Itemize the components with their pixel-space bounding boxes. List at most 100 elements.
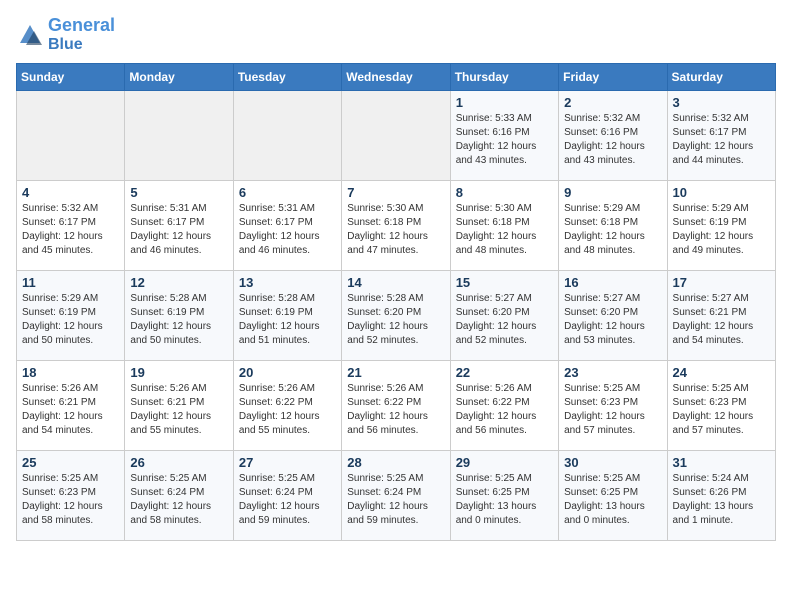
calendar-cell: 30 Sunrise: 5:25 AM Sunset: 6:25 PM Dayli… [559,451,667,541]
day-number: 23 [564,365,661,380]
weekday-header-row: SundayMondayTuesdayWednesdayThursdayFrid… [17,64,776,91]
calendar-cell: 29 Sunrise: 5:25 AM Sunset: 6:25 PM Dayli… [450,451,558,541]
day-info: Sunrise: 5:25 AM Sunset: 6:23 PM Dayligh… [564,382,661,438]
day-info: Sunrise: 5:25 AM Sunset: 6:24 PM Dayligh… [347,472,444,528]
day-info: Sunrise: 5:31 AM Sunset: 6:17 PM Dayligh… [239,202,336,258]
day-info: Sunrise: 5:24 AM Sunset: 6:26 PM Dayligh… [673,472,770,528]
calendar-cell: 5 Sunrise: 5:31 AM Sunset: 6:17 PM Daylig… [125,181,233,271]
calendar-cell: 4 Sunrise: 5:32 AM Sunset: 6:17 PM Daylig… [17,181,125,271]
calendar-cell: 14Sunrise: 5:28 AM Sunset: 6:20 PM Dayli… [342,271,450,361]
week-row-0: 1 Sunrise: 5:33 AM Sunset: 6:16 PM Daylig… [17,91,776,181]
calendar-header: SundayMondayTuesdayWednesdayThursdayFrid… [17,64,776,91]
day-info: Sunrise: 5:27 AM Sunset: 6:21 PM Dayligh… [673,292,770,348]
day-number: 31 [673,455,770,470]
weekday-thursday: Thursday [450,64,558,91]
calendar-cell: 22Sunrise: 5:26 AM Sunset: 6:22 PM Dayli… [450,361,558,451]
day-number: 27 [239,455,336,470]
day-info: Sunrise: 5:25 AM Sunset: 6:24 PM Dayligh… [239,472,336,528]
week-row-3: 18 Sunrise: 5:26 AM Sunset: 6:21 PM Dayli… [17,361,776,451]
logo: General Blue [16,16,115,53]
calendar-cell [125,91,233,181]
day-info: Sunrise: 5:26 AM Sunset: 6:22 PM Dayligh… [239,382,336,438]
week-row-2: 11 Sunrise: 5:29 AM Sunset: 6:19 PM Dayli… [17,271,776,361]
calendar-cell: 24 Sunrise: 5:25 AM Sunset: 6:23 PM Dayli… [667,361,775,451]
day-number: 25 [22,455,119,470]
day-info: Sunrise: 5:25 AM Sunset: 6:23 PM Dayligh… [673,382,770,438]
day-number: 11 [22,275,119,290]
calendar-cell: 26 Sunrise: 5:25 AM Sunset: 6:24 PM Dayli… [125,451,233,541]
day-info: Sunrise: 5:32 AM Sunset: 6:16 PM Dayligh… [564,112,661,168]
weekday-tuesday: Tuesday [233,64,341,91]
day-info: Sunrise: 5:29 AM Sunset: 6:18 PM Dayligh… [564,202,661,258]
day-number: 30 [564,455,661,470]
calendar-cell: 11 Sunrise: 5:29 AM Sunset: 6:19 PM Dayli… [17,271,125,361]
weekday-wednesday: Wednesday [342,64,450,91]
calendar-cell: 12Sunrise: 5:28 AM Sunset: 6:19 PM Dayli… [125,271,233,361]
day-number: 14 [347,275,444,290]
calendar-cell: 27 Sunrise: 5:25 AM Sunset: 6:24 PM Dayli… [233,451,341,541]
day-number: 7 [347,185,444,200]
day-number: 6 [239,185,336,200]
weekday-sunday: Sunday [17,64,125,91]
calendar-cell: 10Sunrise: 5:29 AM Sunset: 6:19 PM Dayli… [667,181,775,271]
calendar-cell [17,91,125,181]
day-number: 26 [130,455,227,470]
day-number: 4 [22,185,119,200]
day-info: Sunrise: 5:32 AM Sunset: 6:17 PM Dayligh… [22,202,119,258]
calendar-cell: 31 Sunrise: 5:24 AM Sunset: 6:26 PM Dayli… [667,451,775,541]
day-info: Sunrise: 5:32 AM Sunset: 6:17 PM Dayligh… [673,112,770,168]
calendar-table: SundayMondayTuesdayWednesdayThursdayFrid… [16,63,776,541]
day-number: 16 [564,275,661,290]
calendar-cell: 25 Sunrise: 5:25 AM Sunset: 6:23 PM Dayli… [17,451,125,541]
calendar-cell: 18 Sunrise: 5:26 AM Sunset: 6:21 PM Dayli… [17,361,125,451]
day-info: Sunrise: 5:27 AM Sunset: 6:20 PM Dayligh… [564,292,661,348]
calendar-cell: 15 Sunrise: 5:27 AM Sunset: 6:20 PM Dayli… [450,271,558,361]
calendar-cell: 23 Sunrise: 5:25 AM Sunset: 6:23 PM Dayli… [559,361,667,451]
day-info: Sunrise: 5:26 AM Sunset: 6:21 PM Dayligh… [22,382,119,438]
calendar-cell: 2Sunrise: 5:32 AM Sunset: 6:16 PM Daylig… [559,91,667,181]
calendar-cell [233,91,341,181]
day-number: 10 [673,185,770,200]
day-info: Sunrise: 5:25 AM Sunset: 6:25 PM Dayligh… [564,472,661,528]
day-number: 1 [456,95,553,110]
day-number: 15 [456,275,553,290]
day-number: 13 [239,275,336,290]
calendar-cell: 8 Sunrise: 5:30 AM Sunset: 6:18 PM Daylig… [450,181,558,271]
day-number: 5 [130,185,227,200]
day-info: Sunrise: 5:25 AM Sunset: 6:25 PM Dayligh… [456,472,553,528]
logo-subtext: Blue [48,36,115,54]
weekday-monday: Monday [125,64,233,91]
day-info: Sunrise: 5:26 AM Sunset: 6:22 PM Dayligh… [347,382,444,438]
calendar-cell: 28Sunrise: 5:25 AM Sunset: 6:24 PM Dayli… [342,451,450,541]
day-info: Sunrise: 5:29 AM Sunset: 6:19 PM Dayligh… [22,292,119,348]
day-info: Sunrise: 5:31 AM Sunset: 6:17 PM Dayligh… [130,202,227,258]
day-number: 8 [456,185,553,200]
calendar-cell: 21 Sunrise: 5:26 AM Sunset: 6:22 PM Dayli… [342,361,450,451]
day-info: Sunrise: 5:26 AM Sunset: 6:22 PM Dayligh… [456,382,553,438]
day-info: Sunrise: 5:27 AM Sunset: 6:20 PM Dayligh… [456,292,553,348]
calendar-cell: 16 Sunrise: 5:27 AM Sunset: 6:20 PM Dayli… [559,271,667,361]
day-number: 29 [456,455,553,470]
day-number: 20 [239,365,336,380]
calendar-cell: 13 Sunrise: 5:28 AM Sunset: 6:19 PM Dayli… [233,271,341,361]
day-number: 18 [22,365,119,380]
day-info: Sunrise: 5:25 AM Sunset: 6:24 PM Dayligh… [130,472,227,528]
page-header: General Blue [16,16,776,53]
day-info: Sunrise: 5:25 AM Sunset: 6:23 PM Dayligh… [22,472,119,528]
week-row-1: 4 Sunrise: 5:32 AM Sunset: 6:17 PM Daylig… [17,181,776,271]
day-number: 3 [673,95,770,110]
weekday-friday: Friday [559,64,667,91]
day-number: 21 [347,365,444,380]
calendar-cell: 6 Sunrise: 5:31 AM Sunset: 6:17 PM Daylig… [233,181,341,271]
day-info: Sunrise: 5:30 AM Sunset: 6:18 PM Dayligh… [456,202,553,258]
calendar-cell [342,91,450,181]
day-info: Sunrise: 5:28 AM Sunset: 6:19 PM Dayligh… [239,292,336,348]
day-info: Sunrise: 5:33 AM Sunset: 6:16 PM Dayligh… [456,112,553,168]
logo-icon [16,21,44,49]
day-info: Sunrise: 5:26 AM Sunset: 6:21 PM Dayligh… [130,382,227,438]
calendar-body: 1 Sunrise: 5:33 AM Sunset: 6:16 PM Daylig… [17,91,776,541]
logo-text: General [48,16,115,36]
day-number: 19 [130,365,227,380]
calendar-cell: 17Sunrise: 5:27 AM Sunset: 6:21 PM Dayli… [667,271,775,361]
day-number: 24 [673,365,770,380]
